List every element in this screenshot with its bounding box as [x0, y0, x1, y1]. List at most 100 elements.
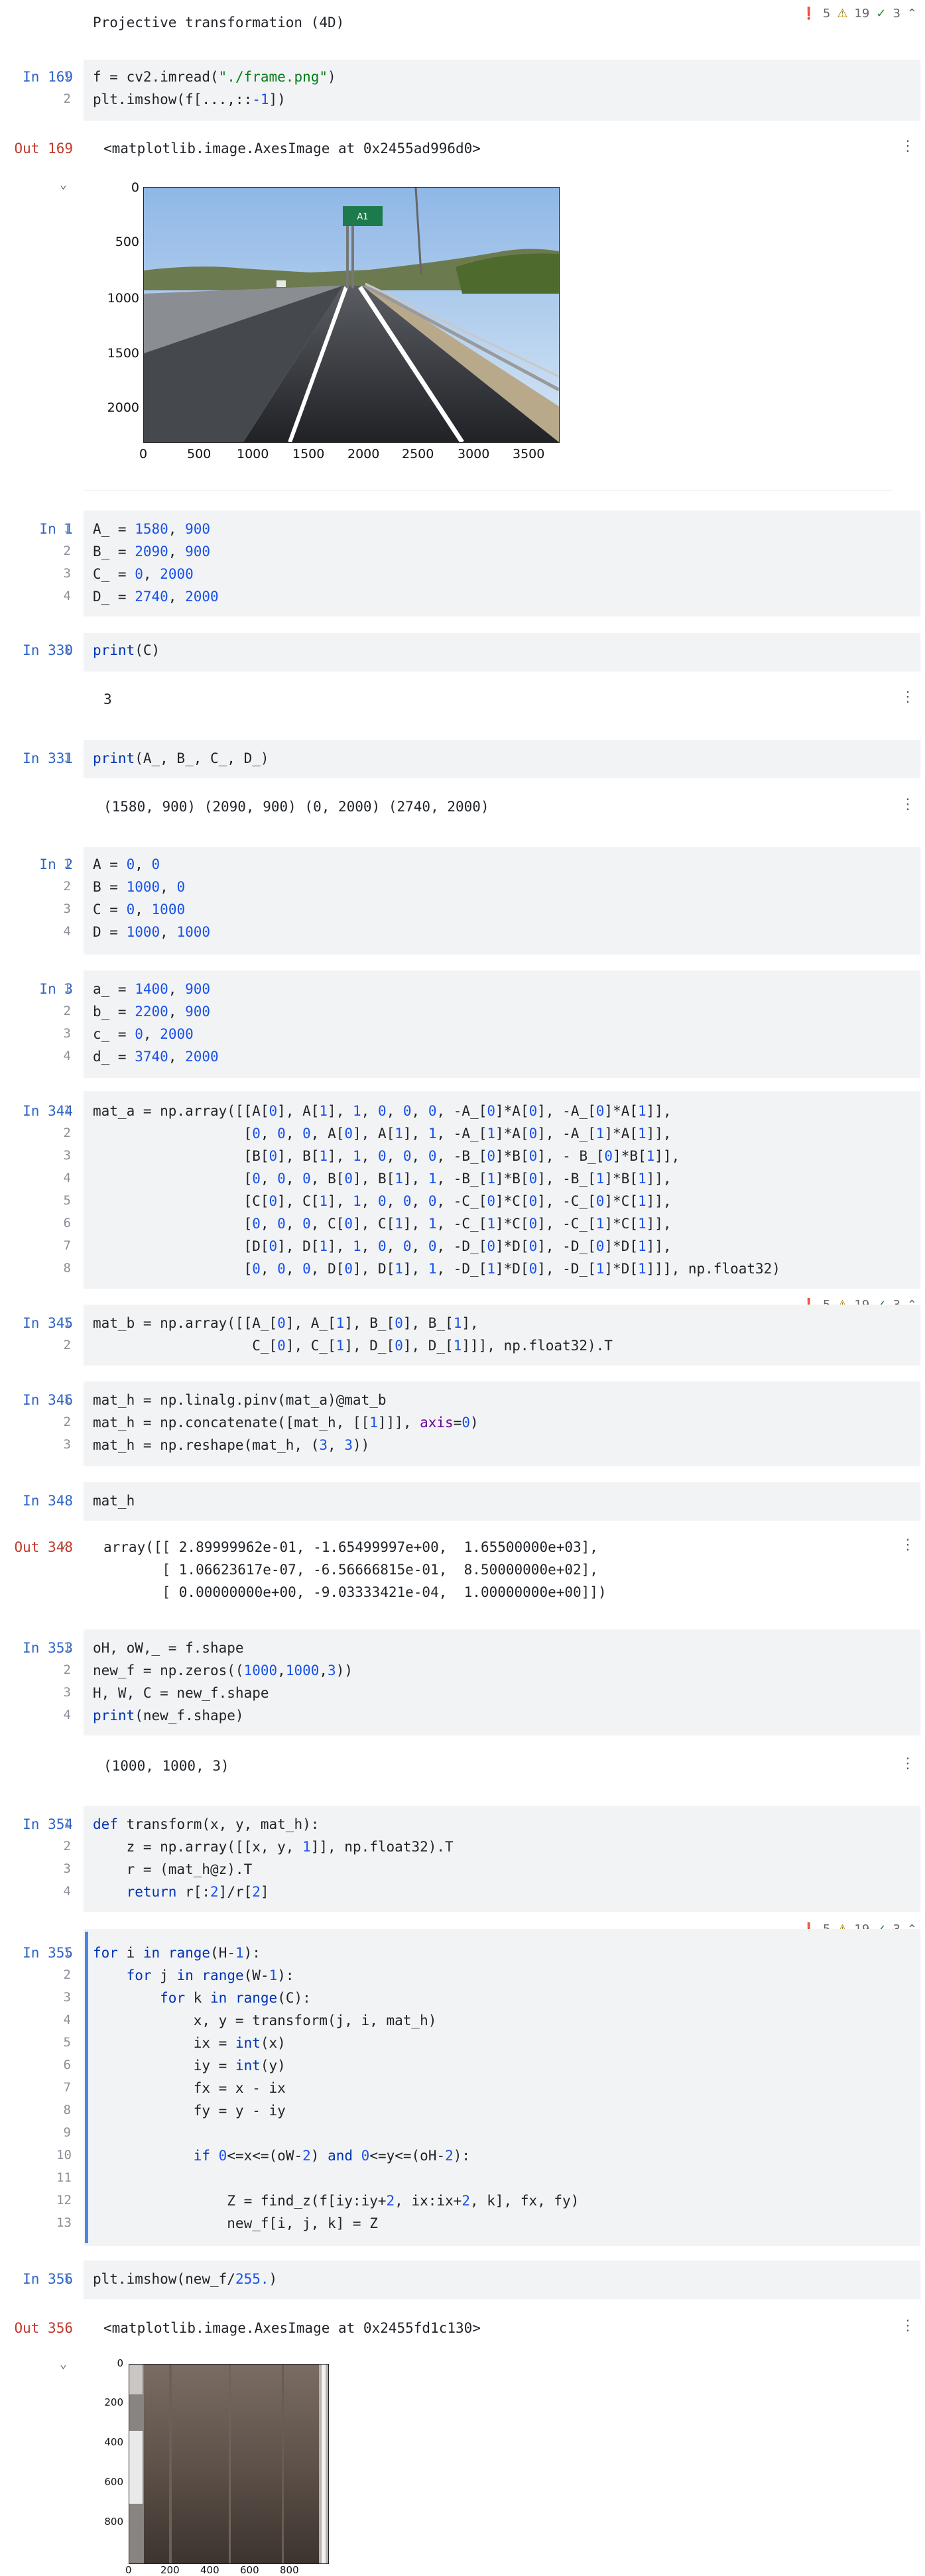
line-number: 11: [56, 2170, 72, 2185]
code-line: new_f[i, j, k] = Z: [93, 2215, 378, 2231]
more-icon[interactable]: ⋮: [900, 1755, 915, 1772]
line-number: 3: [63, 1685, 71, 1700]
line-number: 2: [63, 544, 71, 558]
x-tick-label: 800: [280, 2564, 299, 2576]
line-number: 3: [63, 1026, 71, 1041]
road-image-plot: A1: [143, 187, 560, 443]
output-line: [ 0.00000000e+00, -9.03333421e-04, 1.000…: [103, 1584, 607, 1600]
line-number: 6: [63, 1216, 71, 1230]
output-text: (1000, 1000, 3): [103, 1758, 229, 1774]
line-number: 6: [63, 2058, 71, 2072]
code-line: new_f = np.zeros((1000,1000,3)): [93, 1663, 353, 1678]
code-line: mat_h: [93, 1493, 135, 1509]
line-number: 2: [63, 1126, 71, 1140]
line-number: 1: [63, 642, 71, 657]
code-line: def transform(x, y, mat_h):: [93, 1816, 320, 1832]
line-number: 4: [63, 1171, 71, 1185]
code-line: [0, 0, 0, D[0], D[1], 1, -D_[1]*D[0], -D…: [93, 1261, 780, 1277]
line-number: 2: [63, 879, 71, 894]
code-line: [0, 0, 0, A[0], A[1], 1, -A_[1]*A[0], -A…: [93, 1126, 672, 1142]
line-number: 1: [63, 1315, 71, 1330]
code-cell[interactable]: [84, 633, 920, 672]
x-tick-label: 0: [125, 2564, 132, 2576]
code-line: a_ = 1400, 900: [93, 981, 211, 997]
y-tick-label: 1500: [107, 346, 139, 361]
x-tick-label: 600: [240, 2564, 259, 2576]
code-line: mat_a = np.array([[A[0], A[1], 1, 0, 0, …: [93, 1103, 672, 1119]
x-tick-label: 1000: [237, 447, 269, 461]
line-number: 3: [63, 902, 71, 916]
warning-icon: ⚠: [837, 7, 848, 21]
more-icon[interactable]: ⋮: [900, 689, 915, 705]
line-number: 3: [63, 1861, 71, 1876]
warped-photo: [129, 2365, 328, 2563]
code-line: D_ = 2740, 2000: [93, 589, 219, 605]
more-icon[interactable]: ⋮: [900, 796, 915, 813]
code-line: c_ = 0, 2000: [93, 1026, 194, 1042]
sign-text: A1: [357, 212, 368, 222]
y-tick-label: 800: [104, 2516, 123, 2528]
code-line: z = np.array([[x, y, 1]], np.float32).T: [93, 1839, 454, 1855]
line-number: 3: [63, 1148, 71, 1163]
code-line: [C[0], C[1], 1, 0, 0, 0, -C_[0]*C[0], -C…: [93, 1193, 672, 1209]
code-line: plt.imshow(f[...,::-1]): [93, 91, 286, 107]
code-line: [0, 0, 0, C[0], C[1], 1, -C_[1]*C[0], -C…: [93, 1216, 672, 1232]
code-line: print(A_, B_, C_, D_): [93, 750, 269, 766]
ok-count: 3: [893, 7, 900, 21]
line-number: 4: [63, 924, 71, 939]
chevron-down-icon[interactable]: ⌄: [60, 2357, 67, 2371]
code-line: for i in range(H-1):: [93, 1945, 261, 1961]
code-line: C_[0], C_[1], D_[0], D_[1]]], np.float32…: [93, 1338, 613, 1354]
code-line: fx = x - ix: [93, 2080, 286, 2096]
line-number: 1: [63, 1816, 71, 1831]
inspection-status[interactable]: ❗ 5 ⚠ 19 ✓ 3 ⌃: [801, 7, 917, 21]
y-tick-label: 0: [131, 180, 139, 195]
more-icon[interactable]: ⋮: [900, 1537, 915, 1553]
line-number: 1: [63, 521, 71, 536]
code-line: C_ = 0, 2000: [93, 566, 194, 582]
check-icon: ✓: [876, 7, 887, 21]
transformed-image-plot: [129, 2364, 329, 2564]
code-cell[interactable]: [84, 1482, 920, 1521]
code-line: plt.imshow(new_f/255.): [93, 2271, 278, 2287]
code-line: D = 1000, 1000: [93, 924, 211, 940]
code-line: for j in range(W-1):: [126, 1967, 294, 1983]
line-number: 4: [63, 1884, 71, 1899]
line-number: 5: [63, 2035, 71, 2050]
code-line: r = (mat_h@z).T: [93, 1861, 253, 1877]
line-number: 2: [63, 1663, 71, 1677]
error-icon: ❗: [801, 7, 816, 21]
line-number: 2: [63, 1839, 71, 1853]
code-cell[interactable]: [84, 1305, 920, 1366]
code-line: oH, oW,_ = f.shape: [93, 1640, 244, 1656]
line-number: 2: [63, 1338, 71, 1352]
code-line: [0, 0, 0, B[0], B[1], 1, -B_[1]*B[0], -B…: [93, 1171, 672, 1187]
line-number: 1: [63, 2271, 71, 2286]
code-cell[interactable]: [84, 1091, 920, 1289]
more-icon[interactable]: ⋮: [900, 138, 915, 154]
chevron-up-icon[interactable]: ⌃: [907, 7, 917, 21]
line-number: 3: [63, 566, 71, 581]
more-icon[interactable]: ⋮: [900, 2317, 915, 2334]
line-number: 1: [63, 750, 71, 765]
line-number: 1: [63, 981, 71, 996]
line-number: 8: [63, 1261, 71, 1275]
code-line: B = 1000, 0: [93, 879, 186, 895]
section-title: Projective transformation (4D): [93, 15, 345, 30]
x-tick-label: 200: [160, 2564, 180, 2576]
line-number: 1: [63, 1640, 71, 1655]
error-count: 5: [822, 7, 831, 21]
code-line: if 0<=x<=(oW-2) and 0<=y<=(oH-2):: [193, 2148, 471, 2164]
x-tick-label: 3500: [513, 447, 545, 461]
chevron-down-icon[interactable]: ⌄: [60, 178, 67, 192]
y-tick-label: 500: [115, 235, 139, 249]
cell-label: Out 169: [14, 141, 73, 156]
line-number: 4: [63, 1708, 71, 1722]
line-number: 13: [56, 2215, 72, 2230]
chevron-down-icon[interactable]: ⌄: [60, 1537, 67, 1551]
output-text: (1580, 900) (2090, 900) (0, 2000) (2740,…: [103, 799, 489, 815]
y-tick-label: 0: [117, 2357, 123, 2369]
warning-count: 19: [854, 7, 870, 21]
output-line: [ 1.06623617e-07, -6.56666815e-01, 8.500…: [103, 1562, 598, 1578]
y-tick-label: 400: [104, 2436, 123, 2448]
